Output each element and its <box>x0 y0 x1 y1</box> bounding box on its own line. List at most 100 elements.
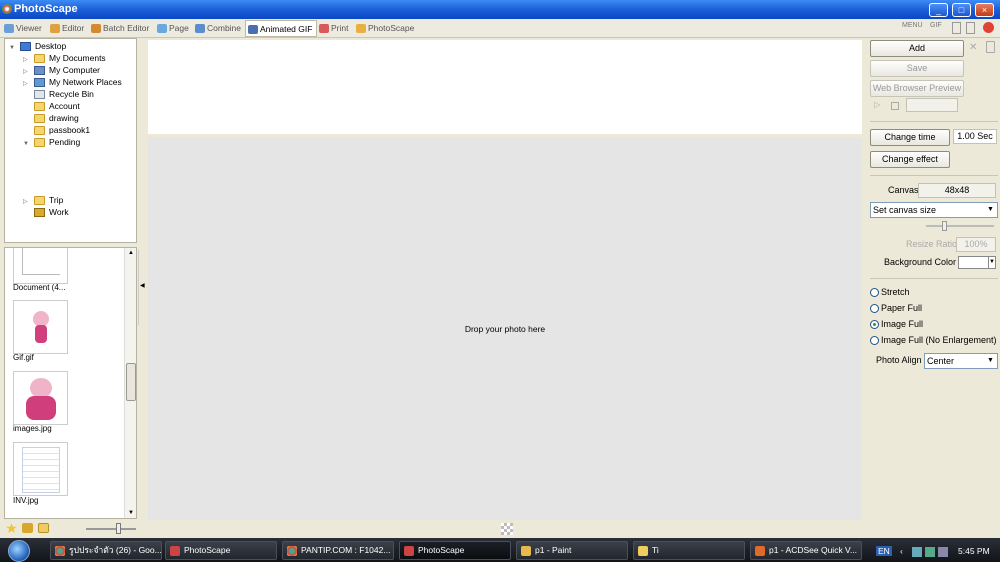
change-effect-button[interactable]: Change effect <box>870 151 950 168</box>
task-chrome-pantip[interactable]: PANTIP.COM : F1042... <box>282 541 394 560</box>
tree-item-work[interactable]: Work <box>5 207 125 218</box>
tab-photoscape[interactable]: PhotoScape <box>354 20 414 37</box>
tree-item-desktop[interactable]: ▼ Desktop <box>5 41 125 52</box>
thumbnail-list[interactable]: Document (4... Gif.gif images.jpg INV.jp… <box>4 247 137 519</box>
tab-animated-gif[interactable]: Animated GIF <box>245 20 317 37</box>
task-paint[interactable]: p1 - Paint <box>516 541 628 560</box>
thumbnail-inv[interactable] <box>13 442 68 496</box>
tab-combine[interactable]: Combine <box>193 20 241 37</box>
photoscape-icon <box>404 546 414 556</box>
add-favorite-icon[interactable] <box>22 523 33 533</box>
play-icon[interactable]: ▷ <box>874 100 880 109</box>
gif-button[interactable]: GIF <box>930 22 942 34</box>
radio-dot[interactable] <box>870 288 879 297</box>
tray-expand-icon[interactable]: ‹ <box>900 546 903 556</box>
radio-dot[interactable] <box>870 336 879 345</box>
folder-icon <box>638 546 648 556</box>
page-icon <box>157 24 167 33</box>
maximize-button[interactable]: □ <box>952 3 971 17</box>
task-acdsee[interactable]: p1 - ACDSee Quick V... <box>750 541 862 560</box>
tray-network-icon[interactable] <box>925 547 935 557</box>
language-indicator[interactable]: EN <box>876 546 892 556</box>
thumbnail-scrollbar[interactable]: ▲ ▼ <box>124 248 136 518</box>
tab-editor[interactable]: Editor <box>48 20 84 37</box>
background-color-picker[interactable]: ▼ <box>958 256 996 269</box>
radio-dot[interactable] <box>870 320 879 329</box>
canvas-size-select[interactable]: Set canvas size ▼ <box>870 202 998 218</box>
tree-item-trip[interactable]: ▷ Trip <box>5 195 125 206</box>
photo-align-select[interactable]: Center ▼ <box>924 353 998 369</box>
tree-item-drawing[interactable]: drawing <box>5 113 125 124</box>
clock[interactable]: 5:45 PM <box>958 546 990 556</box>
add-button[interactable]: Add <box>870 40 964 57</box>
chevron-down-icon[interactable]: ▼ <box>988 257 995 268</box>
tree-item-passbook1[interactable]: passbook1 <box>5 125 125 136</box>
remove-icon[interactable]: ✕ <box>969 42 977 53</box>
chevron-down-icon[interactable]: ▼ <box>985 355 996 367</box>
folder-icon <box>34 102 45 111</box>
scroll-up-icon[interactable]: ▲ <box>128 250 134 256</box>
resize-slider[interactable] <box>926 221 994 231</box>
desktop-icon <box>20 42 31 51</box>
collapse-arrow-icon[interactable]: ◀ <box>140 282 145 289</box>
scroll-down-icon[interactable]: ▼ <box>128 510 134 516</box>
tab-label: Animated GIF <box>260 24 313 34</box>
resize-ratio-value[interactable]: 100% <box>956 237 996 252</box>
task-folder-ti[interactable]: Ti <box>633 541 745 560</box>
chevron-down-icon[interactable]: ▼ <box>985 204 996 216</box>
collapse-icon[interactable]: ▼ <box>23 139 29 150</box>
restore-icon[interactable] <box>966 22 975 34</box>
open-folder-icon[interactable] <box>38 523 49 533</box>
transparency-icon <box>501 523 513 535</box>
thumbnail-size-slider[interactable] <box>86 523 136 534</box>
tray-sound-icon[interactable] <box>912 547 922 557</box>
thumbnail-gif[interactable] <box>13 300 68 354</box>
tree-label: Work <box>49 207 69 217</box>
thumbnail-document[interactable] <box>13 248 68 284</box>
task-chrome-facebook[interactable]: รูปประจำตัว (26) - Goo... <box>50 541 162 560</box>
scrollbar-thumb[interactable] <box>126 363 136 401</box>
tree-item-my-documents[interactable]: ▷ My Documents <box>5 53 125 64</box>
tree-label: passbook1 <box>49 125 91 135</box>
tree-item-my-network-places[interactable]: ▷ My Network Places <box>5 77 130 88</box>
tree-item-account[interactable]: Account <box>5 101 125 112</box>
favorite-star-icon[interactable] <box>6 523 17 533</box>
task-photoscape-1[interactable]: PhotoScape <box>165 541 277 560</box>
photoscape-icon <box>170 546 180 556</box>
trash-icon[interactable] <box>986 41 995 53</box>
radio-dot[interactable] <box>870 304 879 313</box>
thumbnail-images[interactable] <box>13 371 68 425</box>
save-button[interactable]: Save <box>870 60 964 77</box>
close-button[interactable]: × <box>975 3 994 17</box>
tree-item-pending[interactable]: ▼ Pending <box>5 137 125 148</box>
tree-item-recycle-bin[interactable]: Recycle Bin <box>5 89 125 100</box>
task-photoscape-2[interactable]: PhotoScape <box>399 541 511 560</box>
folder-tree[interactable]: ▼ Desktop ▷ My Documents ▷ My Computer ▷… <box>4 38 137 243</box>
help-icon[interactable] <box>983 22 994 33</box>
photo-drop-area[interactable]: Drop your photo here <box>148 137 862 520</box>
stop-icon[interactable] <box>891 102 899 110</box>
web-browser-preview-button[interactable]: Web Browser Preview <box>870 80 964 97</box>
tab-batch-editor[interactable]: Batch Editor <box>89 20 149 37</box>
tab-viewer[interactable]: Viewer <box>2 20 42 37</box>
panel-splitter[interactable]: ◀ <box>138 250 146 325</box>
slider-handle[interactable] <box>942 221 947 231</box>
tree-label: Trip <box>49 195 64 205</box>
document-preview <box>22 248 60 275</box>
start-button[interactable] <box>8 540 30 562</box>
frame-strip[interactable] <box>148 40 862 134</box>
radio-label: Image Full <box>881 319 924 329</box>
tray-device-icon[interactable] <box>938 547 948 557</box>
window-icon[interactable] <box>952 22 961 34</box>
slider-handle[interactable] <box>116 523 121 534</box>
tab-print[interactable]: Print <box>317 20 348 37</box>
menu-button[interactable]: MENU <box>902 22 923 34</box>
chrome-icon <box>287 546 297 556</box>
recycle-bin-icon <box>34 90 45 99</box>
tab-label: Editor <box>62 23 85 33</box>
minimize-button[interactable]: _ <box>929 3 948 17</box>
tab-page[interactable]: Page <box>155 20 189 37</box>
tree-item-my-computer[interactable]: ▷ My Computer <box>5 65 125 76</box>
change-time-button[interactable]: Change time <box>870 129 950 146</box>
module-tab-bar: Viewer Editor Batch Editor Page Combine … <box>0 19 1000 38</box>
